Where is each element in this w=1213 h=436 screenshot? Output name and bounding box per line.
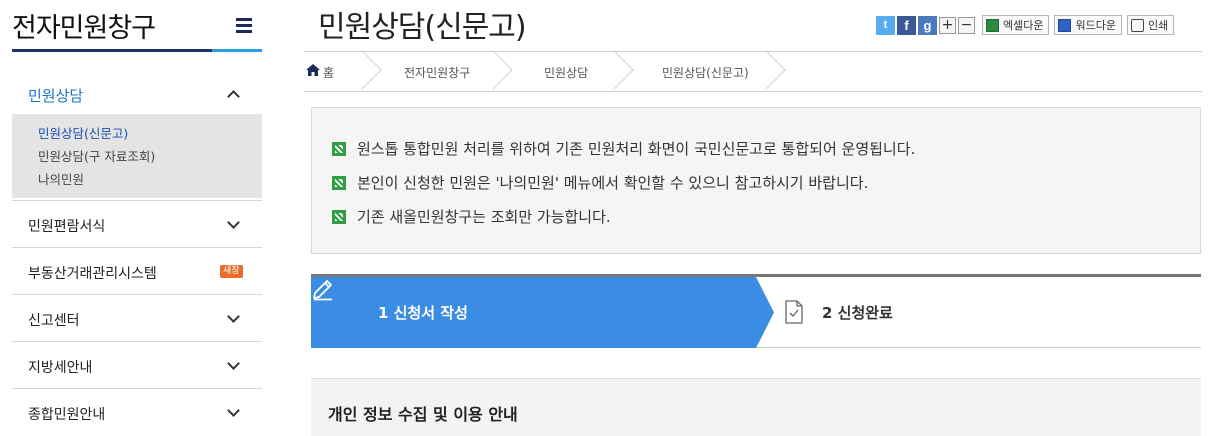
notice-item: 원스톱 통합민원 처리를 위하여 기존 민원처리 화면이 국민신문고로 통합되어… <box>332 138 915 159</box>
privacy-section: 개인 정보 수집 및 이용 안내 <box>311 378 1201 436</box>
notice-item: 기존 새올민원창구는 조회만 가능합니다. <box>332 206 611 227</box>
sidebar-menu: 민원상담 민원상담(신문고) 민원상담(구 자료조회) 나의민원 민원편람서식 … <box>12 76 262 435</box>
chevron-down-icon <box>227 310 240 323</box>
notice-box: 원스톱 통합민원 처리를 위하여 기존 민원처리 화면이 국민신문고로 통합되어… <box>311 107 1201 254</box>
notice-item: 본인이 신청한 민원은 '나의민원' 메뉴에서 확인할 수 있으니 참고하시기 … <box>332 172 868 193</box>
sidebar-item-report-center[interactable]: 신고센터 <box>12 294 262 341</box>
breadcrumb-separator <box>594 50 634 90</box>
sidebar-item-forms[interactable]: 민원편람서식 <box>12 200 262 247</box>
excel-download-label: 엑셀다운 <box>1003 19 1044 32</box>
step-label: 2 신청완료 <box>822 304 893 322</box>
sidebar-item-label: 신고센터 <box>28 313 80 329</box>
submenu-item-old-records[interactable]: 민원상담(구 자료조회) <box>38 145 262 168</box>
breadcrumb-separator <box>746 50 786 90</box>
chevron-down-icon <box>227 357 240 370</box>
notice-text: 기존 새올민원창구는 조회만 가능합니다. <box>357 208 611 226</box>
menu-icon[interactable] <box>236 18 252 33</box>
breadcrumb-separator <box>473 50 513 90</box>
word-download-label: 워드다운 <box>1075 19 1116 32</box>
word-icon <box>1058 18 1072 32</box>
submenu-item-sinmungo[interactable]: 민원상담(신문고) <box>38 122 262 145</box>
chevron-down-icon <box>227 404 240 417</box>
breadcrumb-current[interactable]: 민원상담(신문고) <box>662 64 749 81</box>
sidebar-item-active[interactable]: 민원상담 <box>12 76 262 114</box>
chevron-up-icon <box>227 90 240 103</box>
print-label: 인쇄 <box>1147 19 1169 32</box>
step-label: 1 신청서 작성 <box>378 304 468 322</box>
sidebar-item-label: 부동산거래관리시스템 <box>28 266 157 282</box>
notice-text: 본인이 신청한 민원은 '나의민원' 메뉴에서 확인할 수 있으니 참고하시기 … <box>357 174 869 192</box>
submenu-item-my-complaints[interactable]: 나의민원 <box>38 168 262 191</box>
sidebar: 전자민원창구 민원상담 민원상담(신문고) 민원상담(구 자료조회) 나의민원 … <box>12 0 262 436</box>
toolbar: t f g + − 엑셀다운 워드다운 인쇄 <box>876 14 1175 36</box>
home-icon[interactable] <box>306 64 320 76</box>
sidebar-item-label: 민원상담 <box>28 87 84 105</box>
chevron-down-icon <box>227 216 240 229</box>
sidebar-item-label: 민원편람서식 <box>28 219 106 235</box>
zoom-out-button[interactable]: − <box>958 16 975 34</box>
excel-download-button[interactable]: 엑셀다운 <box>982 15 1050 35</box>
document-check-icon <box>785 300 803 324</box>
word-download-button[interactable]: 워드다운 <box>1054 15 1122 35</box>
printer-icon <box>1130 18 1144 32</box>
excel-icon <box>986 18 999 32</box>
breadcrumb: 홈 전자민원창구 민원상담 민원상담(신문고) <box>304 50 1202 92</box>
zoom-in-button[interactable]: + <box>939 16 956 34</box>
checkbox-bullet-icon <box>332 175 346 190</box>
print-button[interactable]: 인쇄 <box>1126 15 1175 35</box>
notice-text: 원스톱 통합민원 처리를 위하여 기존 민원처리 화면이 국민신문고로 통합되어… <box>357 140 916 158</box>
sidebar-item-label: 종합민원안내 <box>28 407 106 423</box>
facebook-icon[interactable]: f <box>897 15 916 35</box>
breadcrumb-item[interactable]: 전자민원창구 <box>404 64 470 81</box>
page-title: 민원상담(신문고) <box>318 10 527 45</box>
sidebar-item-label: 지방세안내 <box>28 360 93 376</box>
sidebar-item-local-tax[interactable]: 지방세안내 <box>12 341 262 388</box>
progress-steps: 1 신청서 작성 2 신청완료 <box>311 274 1201 348</box>
sidebar-header: 전자민원창구 <box>12 0 262 52</box>
breadcrumb-home[interactable]: 홈 <box>323 64 334 81</box>
sidebar-item-real-estate[interactable]: 부동산거래관리시스템 새창 <box>12 247 262 294</box>
section-title: 개인 정보 수집 및 이용 안내 <box>328 405 518 424</box>
sidebar-item-general-guide[interactable]: 종합민원안내 <box>12 388 262 435</box>
google-plus-icon[interactable]: g <box>918 15 937 35</box>
sidebar-title: 전자민원창구 <box>12 13 156 44</box>
pencil-icon <box>313 280 332 301</box>
checkbox-bullet-icon <box>332 209 346 224</box>
breadcrumb-separator <box>342 50 382 90</box>
new-window-badge: 새창 <box>220 265 243 278</box>
checkbox-bullet-icon <box>332 141 346 156</box>
step-write-application: 1 신청서 작성 <box>311 277 774 348</box>
sidebar-submenu: 민원상담(신문고) 민원상담(구 자료조회) 나의민원 <box>12 114 262 198</box>
breadcrumb-item[interactable]: 민원상담 <box>544 64 588 81</box>
twitter-icon[interactable]: t <box>876 15 895 35</box>
